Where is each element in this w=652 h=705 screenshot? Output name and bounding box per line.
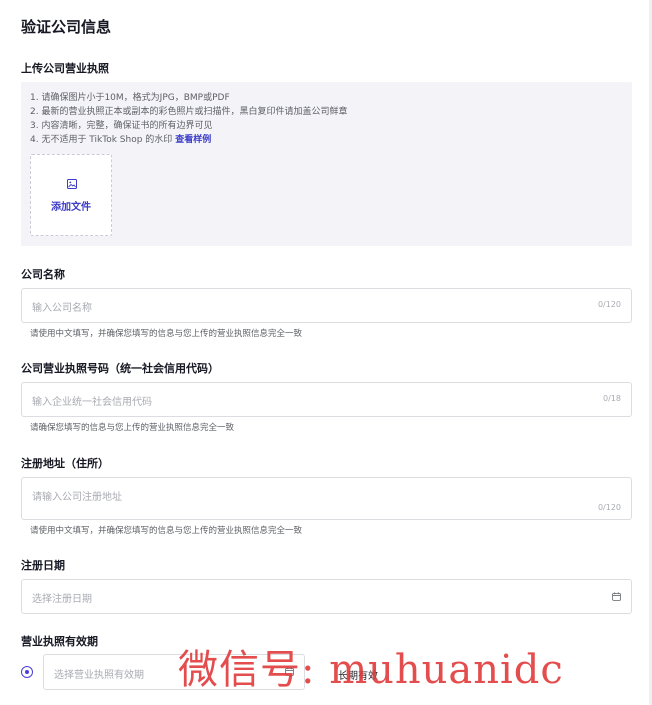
upload-panel: 1. 请确保图片小于10M，格式为JPG，BMP或PDF 2. 最新的营业执照正…	[21, 82, 632, 246]
instruction-line: 2. 最新的营业执照正本或副本的彩色照片或扫描件，黑白复印件请加盖公司鲜章	[30, 107, 348, 117]
reg-date-label: 注册日期	[21, 559, 65, 572]
reg-date-picker[interactable]: 选择注册日期	[21, 579, 632, 614]
license-number-input[interactable]: 输入企业统一社会信用代码 0/18	[21, 382, 632, 417]
license-number-counter: 0/18	[603, 394, 621, 403]
validity-radio[interactable]	[21, 666, 33, 678]
validity-placeholder: 选择营业执照有效期	[54, 670, 144, 681]
address-textarea[interactable]: 请输入公司注册地址 0/120	[21, 477, 632, 520]
license-number-placeholder: 输入企业统一社会信用代码	[32, 397, 152, 408]
address-hint: 请使用中文填写，并确保您填写的信息与您上传的营业执照信息完全一致	[30, 526, 303, 536]
watermark-overlay: 微信号: muhuanidc	[178, 647, 564, 693]
license-number-hint: 请确保您填写的信息与您上传的营业执照信息完全一致	[30, 423, 235, 433]
add-file-dropzone[interactable]: 添加文件	[30, 154, 112, 236]
view-example-link[interactable]: 查看样例	[175, 135, 211, 145]
image-icon	[67, 179, 77, 189]
instruction-line: 1. 请确保图片小于10M，格式为JPG，BMP或PDF	[30, 93, 230, 103]
address-counter: 0/120	[597, 503, 621, 512]
calendar-icon	[612, 592, 621, 601]
company-name-label: 公司名称	[21, 268, 65, 281]
address-placeholder: 请输入公司注册地址	[32, 492, 122, 503]
page-title: 验证公司信息	[21, 18, 112, 36]
instruction-line: 4. 无不适用于 TikTok Shop 的水印 查看样例	[30, 133, 347, 147]
address-label: 注册地址（住所）	[21, 457, 109, 470]
instruction-line: 3. 内容清晰，完整，确保证书的所有边界可见	[30, 121, 213, 131]
validity-label: 营业执照有效期	[21, 635, 98, 648]
verify-company-page: 验证公司信息 上传公司营业执照 1. 请确保图片小于10M，格式为JPG，BMP…	[0, 0, 652, 705]
company-name-placeholder: 输入公司名称	[32, 303, 92, 314]
add-file-label: 添加文件	[51, 202, 91, 213]
instruction-text: 4. 无不适用于 TikTok Shop 的水印	[30, 135, 173, 145]
reg-date-placeholder: 选择注册日期	[32, 594, 92, 605]
license-number-label: 公司营业执照号码（统一社会信用代码）	[21, 362, 219, 375]
upload-label: 上传公司营业执照	[21, 62, 109, 75]
upload-instructions: 1. 请确保图片小于10M，格式为JPG，BMP或PDF 2. 最新的营业执照正…	[30, 91, 347, 147]
company-name-hint: 请使用中文填写，并确保您填写的信息与您上传的营业执照信息完全一致	[30, 329, 303, 339]
company-name-input[interactable]: 输入公司名称 0/120	[21, 288, 632, 323]
company-name-counter: 0/120	[597, 300, 621, 309]
